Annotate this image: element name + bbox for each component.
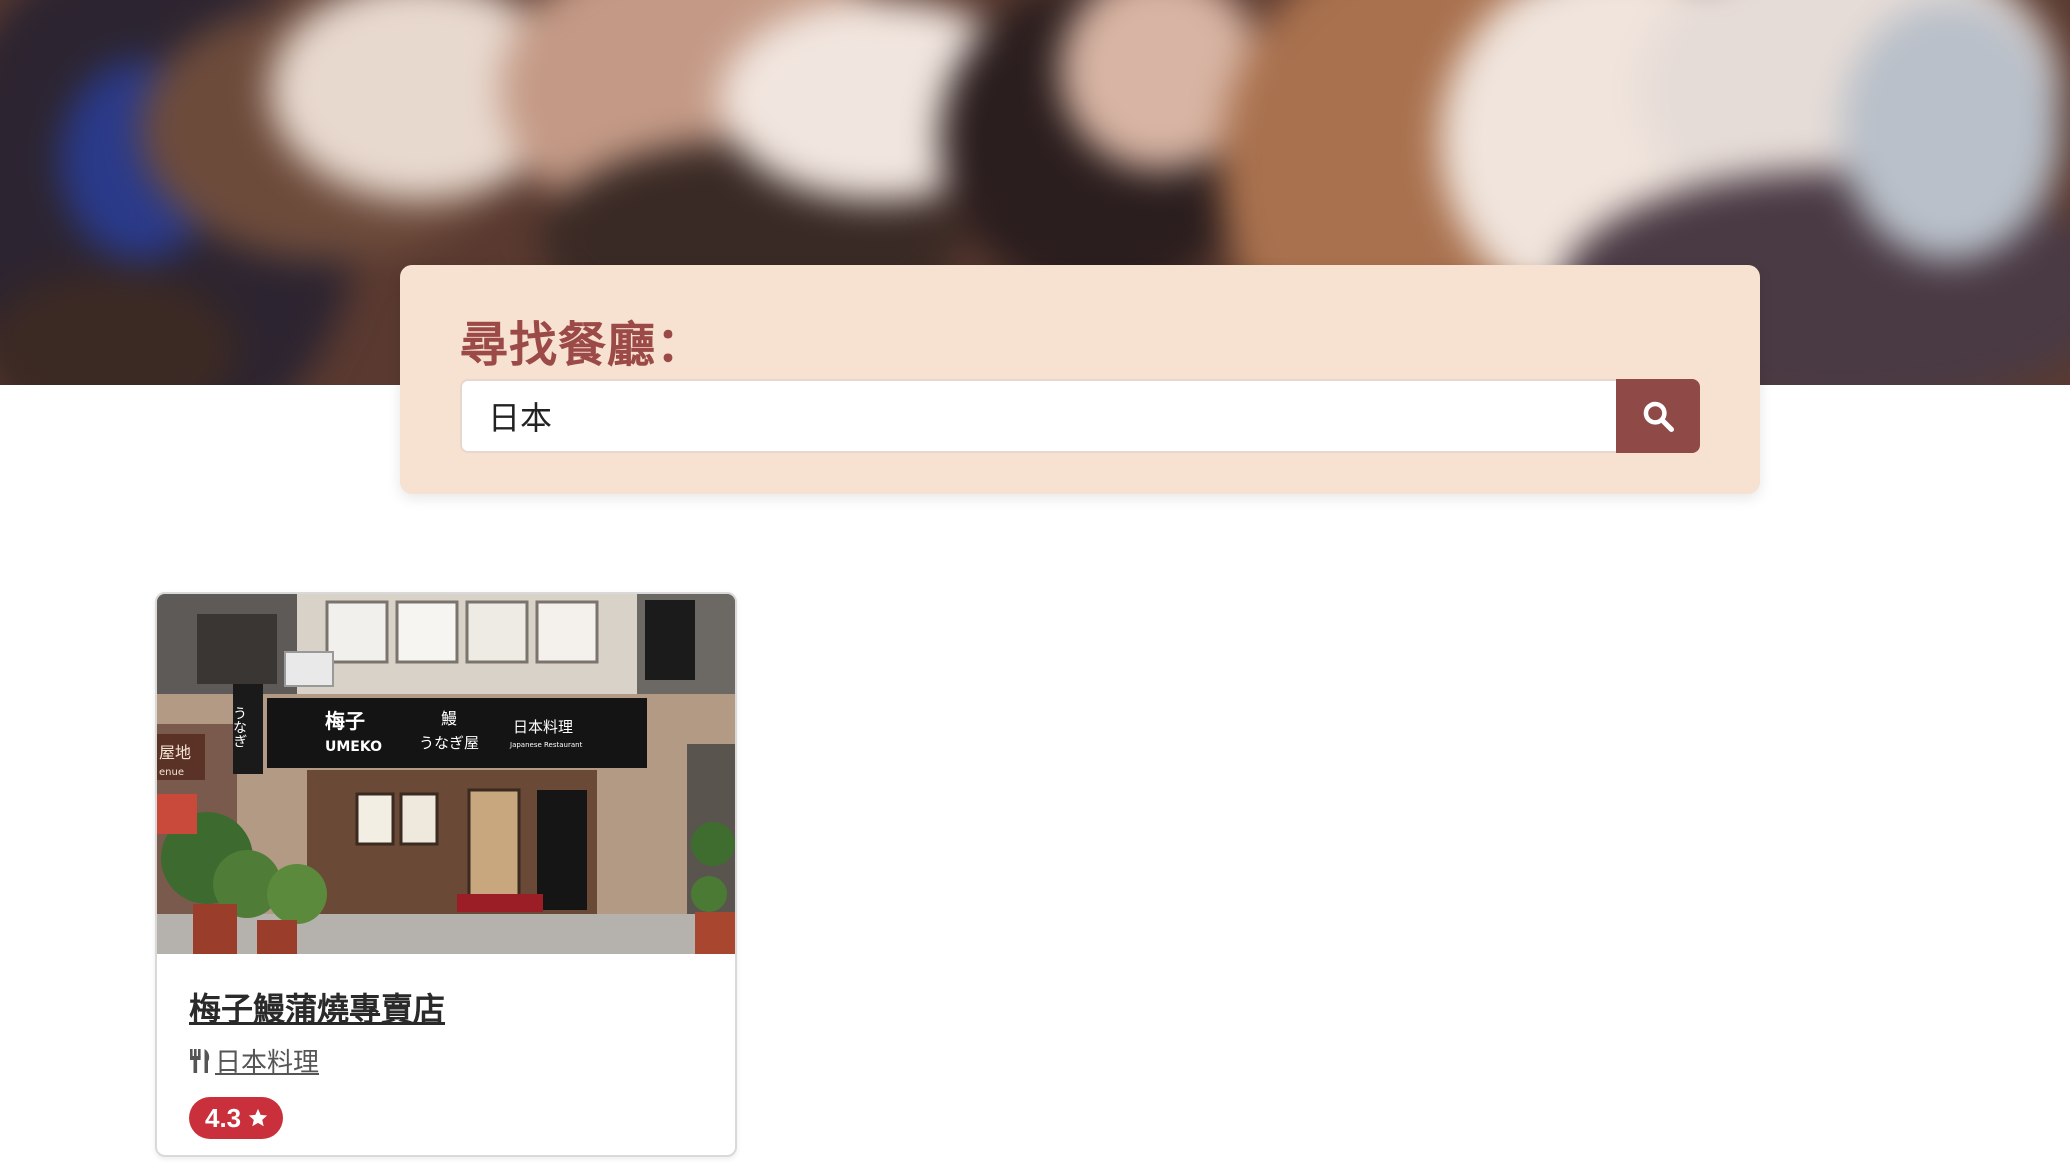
- search-bar: [460, 379, 1700, 453]
- sign-brand-jp: 梅子: [325, 709, 365, 733]
- restaurant-name-link[interactable]: 梅子鰻蒲燒專賣店: [189, 984, 703, 1030]
- sign-restaurant-en: Japanese Restaurant: [509, 741, 583, 749]
- restaurant-card[interactable]: 梅子 UMEKO 鰻 うなぎ屋 日本料理 Japanese Restaurant…: [155, 592, 737, 1157]
- sign-unagi-kana: うなぎ屋: [419, 734, 479, 752]
- sign-unagi: 鰻: [441, 709, 457, 728]
- sign-neighbor: 屋地: [159, 743, 191, 762]
- restaurant-category-label: 日本料理: [215, 1047, 320, 1077]
- search-panel: 尋找餐廳：: [400, 265, 1760, 494]
- sign-restaurant-jp: 日本料理: [513, 718, 573, 736]
- search-icon: [1643, 401, 1675, 433]
- search-button[interactable]: [1616, 379, 1700, 453]
- sign-neighbor-en: enue: [159, 767, 184, 778]
- rating-badge: 4.3: [189, 1097, 284, 1139]
- search-input[interactable]: [460, 379, 1616, 453]
- utensils-icon: [190, 1048, 210, 1073]
- search-title: 尋找餐廳：: [460, 319, 706, 372]
- restaurant-photo[interactable]: 梅子 UMEKO 鰻 うなぎ屋 日本料理 Japanese Restaurant…: [157, 594, 735, 954]
- rating-value: 4.3: [205, 1102, 242, 1133]
- restaurant-info: 梅子鰻蒲燒專賣店 日本料理 4.3: [157, 954, 735, 1139]
- sign-side: うなぎ: [231, 706, 247, 748]
- restaurant-category[interactable]: 日本料理: [189, 1042, 703, 1079]
- star-icon: [247, 1107, 269, 1129]
- sign-brand-en: UMEKO: [325, 739, 382, 755]
